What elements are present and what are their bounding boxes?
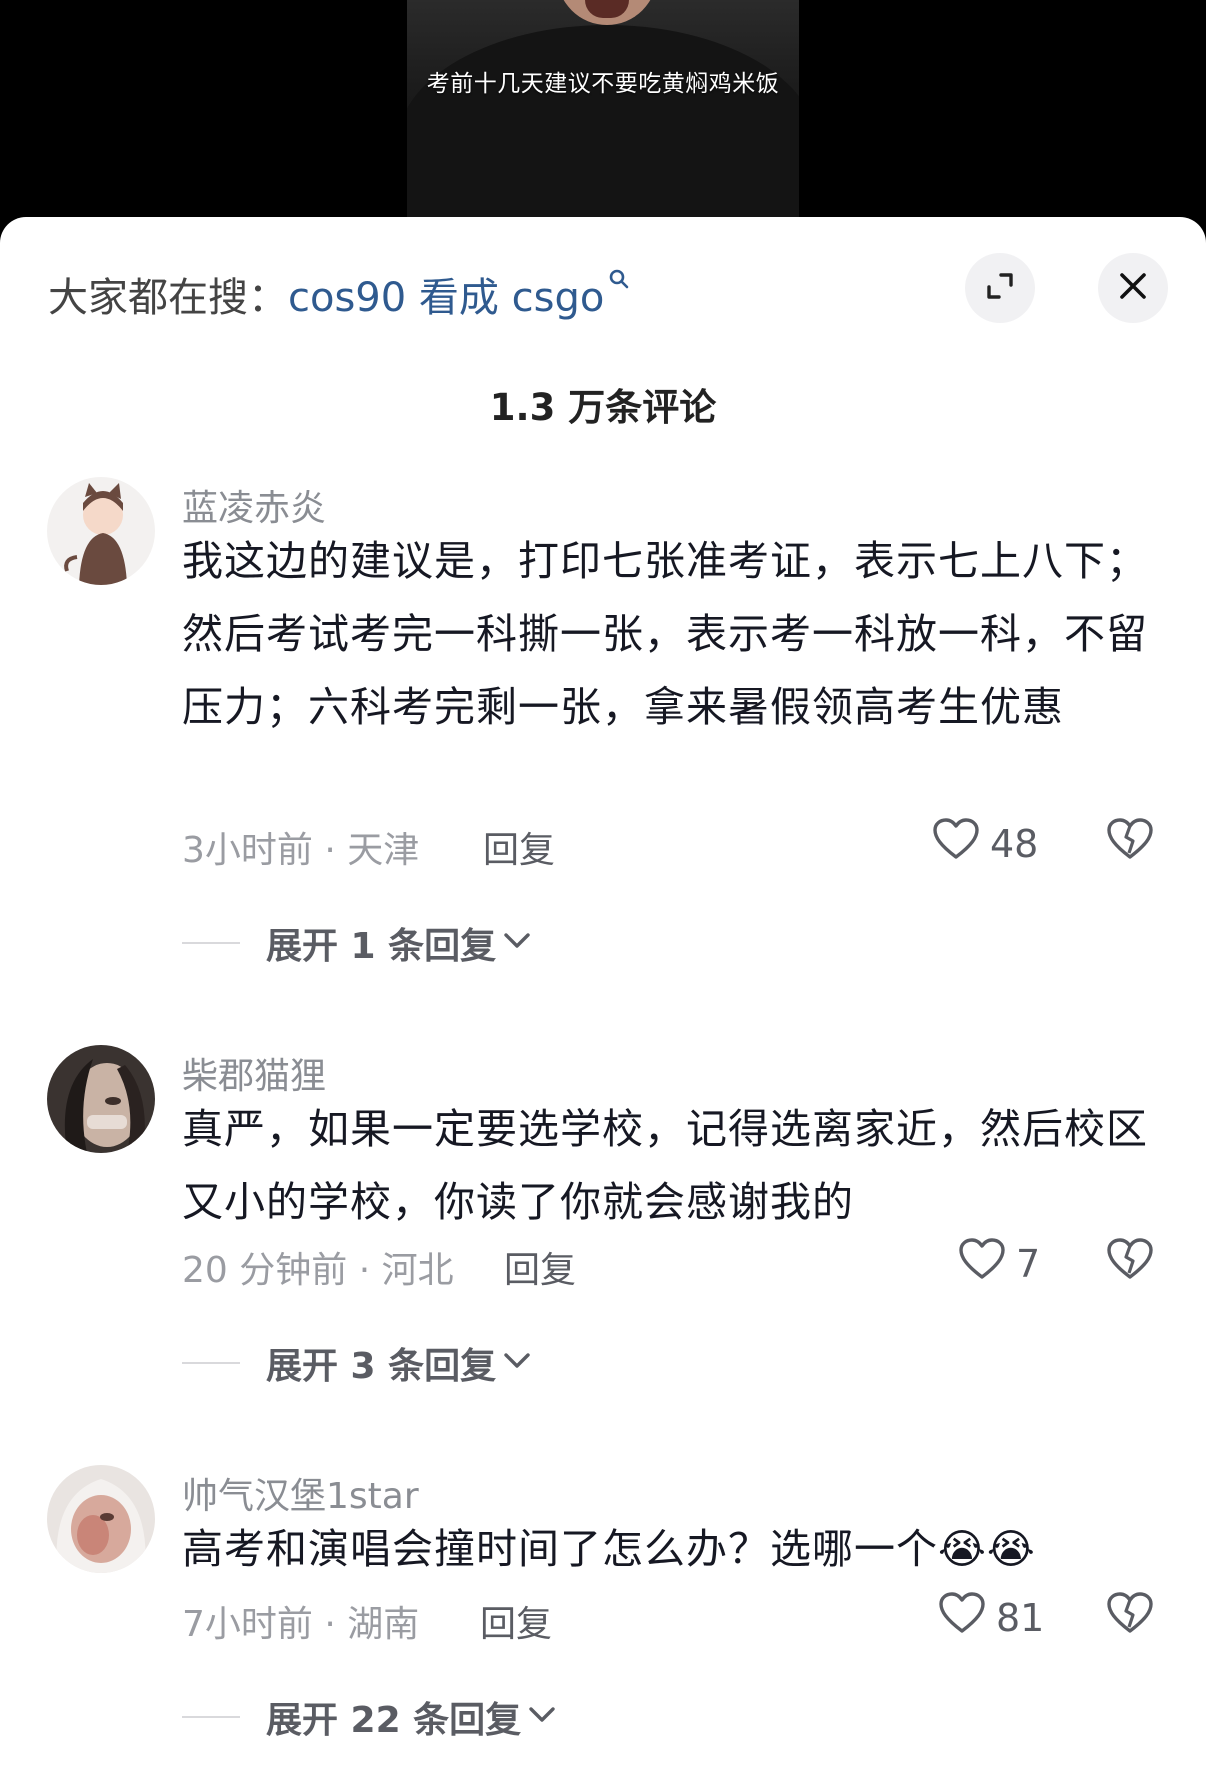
comment-content: 高考和演唱会撞时间了怎么办？选哪一个😭😭	[182, 1525, 1036, 1573]
expand-replies-button[interactable]: 展开 1 条回复	[182, 917, 532, 969]
chevron-down-icon	[496, 931, 532, 955]
comment-username[interactable]: 蓝凌赤炎	[182, 479, 326, 531]
expand-replies-button[interactable]: 展开 22 条回复	[182, 1691, 557, 1743]
search-icon	[608, 267, 630, 297]
expand-icon	[983, 269, 1017, 307]
like-button[interactable]: 81	[938, 1591, 1044, 1644]
dislike-button[interactable]	[1106, 1237, 1154, 1285]
heart-icon	[938, 1591, 996, 1644]
dislike-button[interactable]	[1106, 1591, 1154, 1639]
comment-username[interactable]: 帅气汉堡1star	[182, 1467, 419, 1519]
comment-meta: 20 分钟前 · 河北	[182, 1250, 454, 1291]
avatar[interactable]	[47, 1465, 155, 1573]
comment-count-title: 1.3 万条评论	[489, 386, 717, 429]
trending-search-prefix: 大家都在搜：	[48, 275, 288, 321]
close-icon	[1116, 269, 1150, 307]
expand-replies-label: 展开 22 条回复	[266, 1700, 522, 1741]
avatar[interactable]	[47, 477, 155, 585]
chevron-down-icon	[521, 1705, 557, 1729]
broken-heart-icon	[1106, 1238, 1154, 1285]
comment-meta: 3小时前 · 天津	[182, 830, 420, 871]
comment-content: 我这边的建议是，打印七张准考证，表示七上八下；然后考试考完一科撕一张，表示考一科…	[182, 537, 1148, 731]
reply-button[interactable]: 回复	[480, 1595, 552, 1647]
video-preview[interactable]: 考前十几天建议不要吃黄焖鸡米饭	[407, 0, 799, 230]
video-person	[407, 25, 799, 230]
broken-heart-icon	[1106, 1592, 1154, 1639]
heart-icon	[932, 817, 990, 870]
like-button[interactable]: 7	[958, 1237, 1040, 1290]
expand-button[interactable]	[965, 253, 1035, 323]
like-count: 7	[1016, 1241, 1041, 1286]
like-count: 48	[990, 821, 1039, 866]
video-caption: 考前十几天建议不要吃黄焖鸡米饭	[426, 71, 780, 97]
comment-sheet: 大家都在搜： cos90 看成 csgo 1.3 万条评论 蓝凌赤炎 我这边的建…	[0, 217, 1206, 1792]
close-button[interactable]	[1098, 253, 1168, 323]
broken-heart-icon	[1106, 818, 1154, 865]
expand-replies-button[interactable]: 展开 3 条回复	[182, 1337, 532, 1389]
like-count: 81	[996, 1595, 1045, 1640]
reply-button[interactable]: 回复	[483, 821, 555, 873]
divider-line	[182, 1716, 240, 1718]
reply-button[interactable]: 回复	[504, 1241, 576, 1293]
trending-search-term[interactable]: cos90 看成 csgo	[288, 265, 604, 323]
avatar[interactable]	[47, 1045, 155, 1153]
like-button[interactable]: 48	[932, 817, 1038, 870]
expand-replies-label: 展开 3 条回复	[266, 1346, 497, 1387]
comment-meta: 7小时前 · 湖南	[182, 1604, 420, 1645]
comment-username[interactable]: 柴郡猫狸	[182, 1047, 326, 1099]
divider-line	[182, 1362, 240, 1364]
comment-content: 真严，如果一定要选学校，记得选离家近，然后校区又小的学校，你读了你就会感谢我的	[182, 1105, 1148, 1226]
dislike-button[interactable]	[1106, 817, 1154, 865]
trending-search[interactable]: 大家都在搜： cos90 看成 csgo	[48, 265, 630, 323]
divider-line	[182, 942, 240, 944]
chevron-down-icon	[496, 1351, 532, 1375]
heart-icon	[958, 1237, 1016, 1290]
expand-replies-label: 展开 1 条回复	[266, 926, 497, 967]
